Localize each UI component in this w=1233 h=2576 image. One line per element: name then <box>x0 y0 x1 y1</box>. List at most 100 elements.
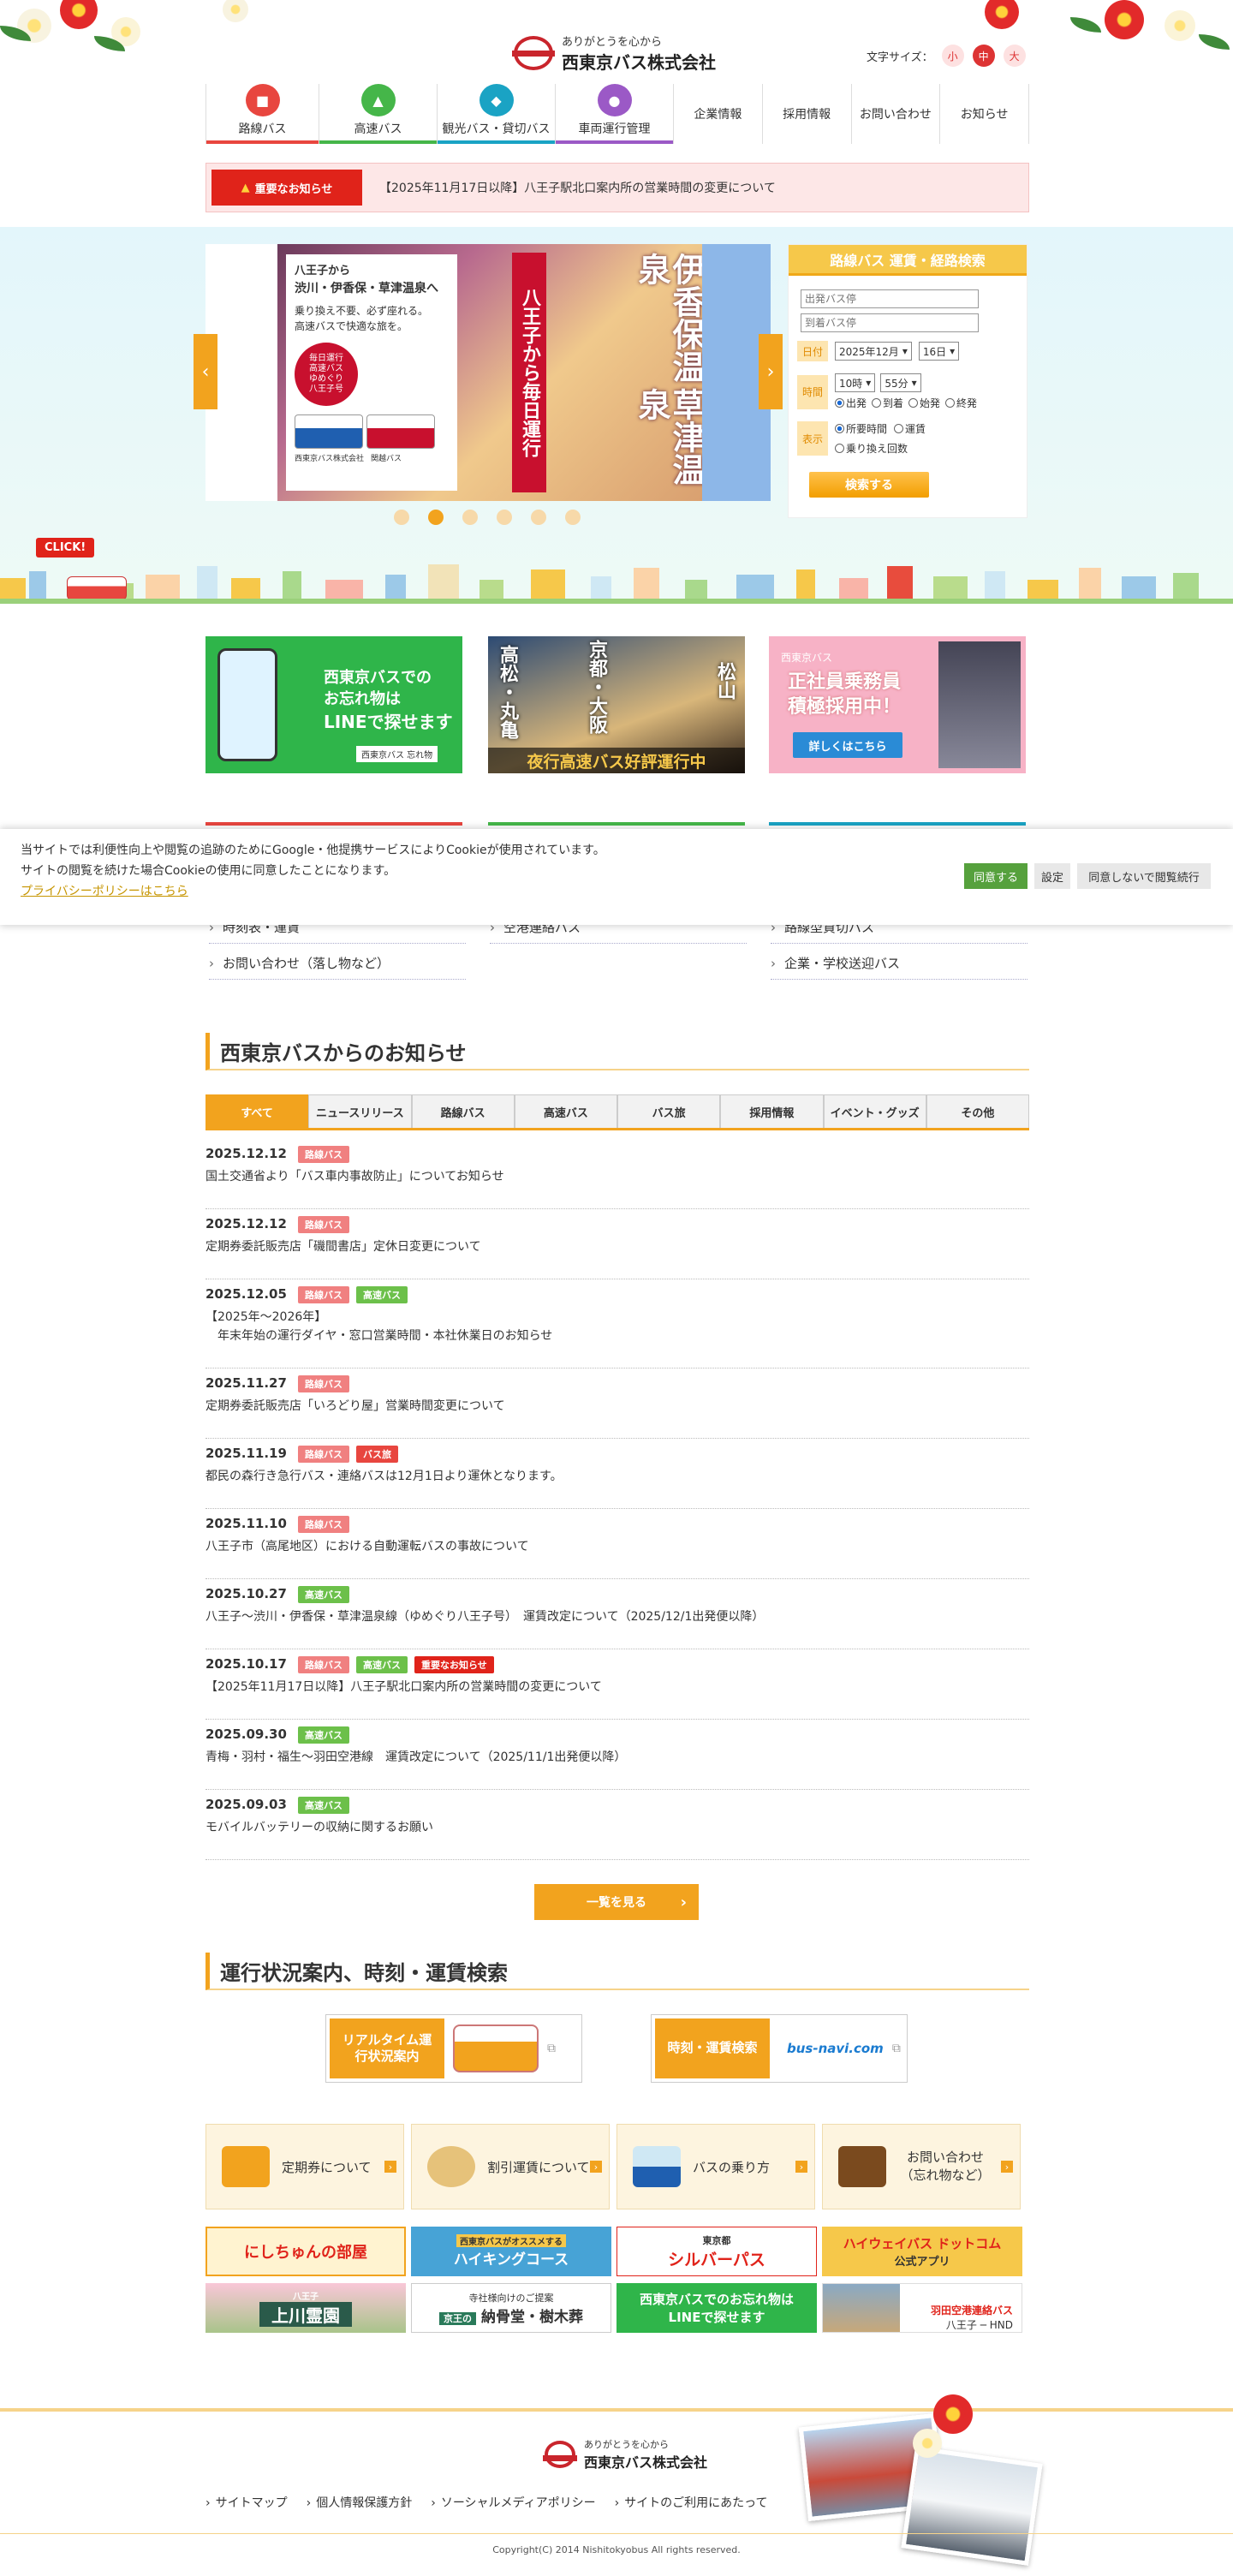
recruit-detail-button[interactable]: 詳しくはこちら <box>793 732 902 758</box>
minute-select[interactable]: 55分 ▾ <box>880 373 921 392</box>
nav-item-charter-bus[interactable]: ◆ 観光バス・貸切バス <box>437 84 555 144</box>
slider-dot[interactable] <box>565 510 581 525</box>
time-radio-arrive[interactable]: 到着 <box>872 396 903 410</box>
tab-events-goods[interactable]: イベント・グッズ <box>823 1094 926 1128</box>
nav-item-vehicle-management[interactable]: ● 車両運行管理 <box>555 84 673 144</box>
slider-dot[interactable] <box>394 510 409 525</box>
info-card-commuter-pass[interactable]: 定期券について <box>206 2124 404 2209</box>
news-title[interactable]: 定期券委託販売店「いろどり屋」営業時間変更について <box>206 1398 505 1416</box>
airport-bus-banner[interactable]: 羽田空港連絡バス 八王子 ─ HND <box>822 2283 1022 2333</box>
news-title[interactable]: 【2025年11月17日以降】八王子駅北口案内所の営業時間の変更について <box>206 1679 602 1697</box>
news-item[interactable]: 2025.09.03 高速バス モバイルバッテリーの収納に関するお願い <box>206 1790 1029 1860</box>
nav-item-contact[interactable]: お問い合わせ <box>850 84 940 144</box>
news-item[interactable]: 2025.10.27 高速バス 八王子～渋川・伊香保・草津温泉線（ゆめぐり八王子号）… <box>206 1579 1029 1649</box>
news-item[interactable]: 2025.12.05 路線バス 高速バス 【2025年～2026年】 年末年始の運行ダイ… <box>206 1279 1029 1368</box>
noukotsudo-banner[interactable]: 寺社様向けのご提案 京王の 納骨堂・樹木葬 <box>411 2283 611 2333</box>
to-stop-input[interactable] <box>801 313 979 332</box>
cookie-agree-button[interactable]: 同意する <box>964 863 1028 889</box>
silver-pass-banner[interactable]: 東京都 シルバーパス <box>616 2227 817 2276</box>
tab-recruit[interactable]: 採用情報 <box>720 1094 824 1128</box>
footer-link-privacy[interactable]: 個人情報保護方針 <box>307 2494 412 2511</box>
nav-item-route-bus[interactable]: ■ 路線バス <box>206 84 319 144</box>
display-radio-fare[interactable]: 運賃 <box>894 421 926 436</box>
important-notice-link[interactable]: 【2025年11月17日以降】八王子駅北口案内所の営業時間の変更について <box>379 179 776 196</box>
search-button[interactable]: 検索する <box>809 472 929 498</box>
news-item[interactable]: 2025.10.17 路線バス 高速バス 重要なお知らせ 【2025年11月17日以降】… <box>206 1649 1029 1720</box>
nav-item-news[interactable]: お知らせ <box>939 84 1029 144</box>
tab-all[interactable]: すべて <box>206 1094 309 1128</box>
slider-dot[interactable] <box>531 510 546 525</box>
tab-news-release[interactable]: ニュースリリース <box>308 1094 412 1128</box>
time-radio-first[interactable]: 始発 <box>908 396 940 410</box>
slider-next-button[interactable]: › <box>759 334 783 409</box>
footer-link-sitemap[interactable]: サイトマップ <box>206 2494 288 2511</box>
footer-logo[interactable]: ありがとうを心から 西東京バス株式会社 <box>543 2437 707 2472</box>
font-size-medium-button[interactable]: 中 <box>972 45 995 67</box>
display-radio-transfers[interactable]: 乗り換え回数 <box>835 441 908 456</box>
slider-dot[interactable] <box>462 510 478 525</box>
cookie-settings-button[interactable]: 設定 <box>1034 863 1070 889</box>
cookie-disagree-button[interactable]: 同意しないで閲覧続行 <box>1077 863 1211 889</box>
radio-label: 終発 <box>956 397 978 409</box>
news-item[interactable]: 2025.09.30 高速バス 青梅・羽村・福生～羽田空港線 運賃改定について（20… <box>206 1720 1029 1790</box>
hiking-course-banner[interactable]: 西東京バスがオススメする ハイキングコース <box>411 2227 611 2276</box>
font-size-large-button[interactable]: 大 <box>1003 45 1026 67</box>
news-item[interactable]: 2025.11.19 路線バス バス旅 都民の森行き急行バス・連絡バスは12月1日より… <box>206 1439 1029 1509</box>
news-item[interactable]: 2025.11.27 路線バス 定期券委託販売店「いろどり屋」営業時間変更について <box>206 1368 1029 1439</box>
nav-item-highway-bus[interactable]: ▲ 高速バス <box>319 84 437 144</box>
news-title[interactable]: モバイルバッテリーの収納に関するお願い <box>206 1819 433 1838</box>
click-label[interactable]: CLICK! <box>36 538 95 558</box>
footer-link-terms[interactable]: サイトのご利用にあたって <box>615 2494 767 2511</box>
nav-item-label: 車両運行管理 <box>578 122 651 136</box>
news-more-button[interactable]: 一覧を見る <box>534 1884 699 1920</box>
line-lost-item-small-banner[interactable]: 西東京バスでのお忘れ物は LINEで探せます <box>616 2283 817 2333</box>
news-title[interactable]: 八王子～渋川・伊香保・草津温泉線（ゆめぐり八王子号） 運賃改定について（2025… <box>206 1608 764 1627</box>
recruit-banner[interactable]: 西東京バス 正社員乗務員 積極採用中！ 詳しくはこちら <box>769 636 1026 773</box>
slide-companies: 西東京バス株式会社 関越バス <box>295 454 449 466</box>
time-radio-last[interactable]: 終発 <box>945 396 977 410</box>
info-card-contact[interactable]: お問い合わせ（忘れ物など） <box>822 2124 1021 2209</box>
kamikawa-cemetery-banner[interactable]: 八王子 上川霊園 <box>206 2283 406 2333</box>
nishichun-room-banner[interactable]: にしちゅんの部屋 <box>206 2227 406 2276</box>
tab-highway-bus[interactable]: 高速バス <box>514 1094 617 1128</box>
slider-dot-active[interactable] <box>428 510 444 525</box>
timetable-search-link[interactable]: 時刻・運賃検索 bus-navi.com ⧉ <box>651 2014 908 2083</box>
tab-route-bus[interactable]: 路線バス <box>411 1094 515 1128</box>
news-title[interactable]: 国土交通省より「バス車内事故防止」についてお知らせ <box>206 1168 504 1187</box>
from-stop-input[interactable] <box>801 289 979 308</box>
news-title[interactable]: 青梅・羽村・福生～羽田空港線 運賃改定について（2025/11/1出発便以降） <box>206 1749 626 1768</box>
realtime-status-link[interactable]: リアルタイム運行状況案内 ⧉ <box>325 2014 582 2083</box>
news-title[interactable]: 定期券委託販売店「磯間書店」定休日変更について <box>206 1238 481 1257</box>
menu-link-contact[interactable]: お問い合わせ（落し物など） <box>209 954 466 980</box>
bus-illustration <box>295 414 449 449</box>
chevron-down-icon: ▾ <box>866 377 872 389</box>
highway-bus-app-banner[interactable]: ハイウェイバス ドットコム 公式アプリ <box>822 2227 1022 2276</box>
nav-item-company[interactable]: 企業情報 <box>673 84 762 144</box>
tab-other[interactable]: その他 <box>926 1094 1029 1128</box>
news-item[interactable]: 2025.11.10 路線バス 八王子市（高尾地区）における自動運転バスの事故につい… <box>206 1509 1029 1579</box>
tab-bus-tour[interactable]: バス旅 <box>617 1094 721 1128</box>
info-card-discount-fare[interactable]: 割引運賃について <box>411 2124 610 2209</box>
hour-select[interactable]: 10時 ▾ <box>835 373 876 392</box>
month-select[interactable]: 2025年12月 ▾ <box>835 342 912 361</box>
nav-item-recruit[interactable]: 採用情報 <box>761 84 851 144</box>
menu-link-shuttle-bus[interactable]: 企業・学校送迎バス <box>771 954 1028 980</box>
day-select[interactable]: 16日 ▾ <box>918 342 960 361</box>
privacy-policy-link[interactable]: プライバシーポリシーはこちら <box>21 882 188 899</box>
display-radio-time[interactable]: 所要時間 <box>835 421 887 436</box>
info-card-how-to-ride[interactable]: バスの乗り方 <box>616 2124 815 2209</box>
news-item[interactable]: 2025.12.12 路線バス 定期券委託販売店「磯間書店」定休日変更について <box>206 1209 1029 1279</box>
time-radio-depart[interactable]: 出発 <box>835 396 867 410</box>
news-item[interactable]: 2025.12.12 路線バス 国土交通省より「バス車内事故防止」についてお知らせ <box>206 1139 1029 1209</box>
slider-prev-button[interactable]: ‹ <box>194 334 217 409</box>
bus-illustration[interactable] <box>67 576 127 600</box>
line-lost-item-banner[interactable]: 西東京バスでの お忘れ物は LINEで探せます 西東京バス 忘れ物 <box>206 636 462 773</box>
news-title[interactable]: 八王子市（高尾地区）における自動運転バスの事故について <box>206 1538 529 1557</box>
night-highway-bus-banner[interactable]: 高松・丸亀 京都・大阪 松山 夜行高速バス好評運行中 <box>488 636 745 773</box>
footer-link-social-policy[interactable]: ソーシャルメディアポリシー <box>431 2494 596 2511</box>
news-title[interactable]: 【2025年～2026年】 年末年始の運行ダイヤ・窓口営業時間・本社休業日のお知ら… <box>206 1309 552 1345</box>
slider-dot[interactable] <box>497 510 512 525</box>
news-title[interactable]: 都民の森行き急行バス・連絡バスは12月1日より運休となります。 <box>206 1468 563 1487</box>
site-logo[interactable]: ありがとうを心から 西東京バス株式会社 <box>512 33 716 74</box>
font-size-small-button[interactable]: 小 <box>941 45 964 67</box>
